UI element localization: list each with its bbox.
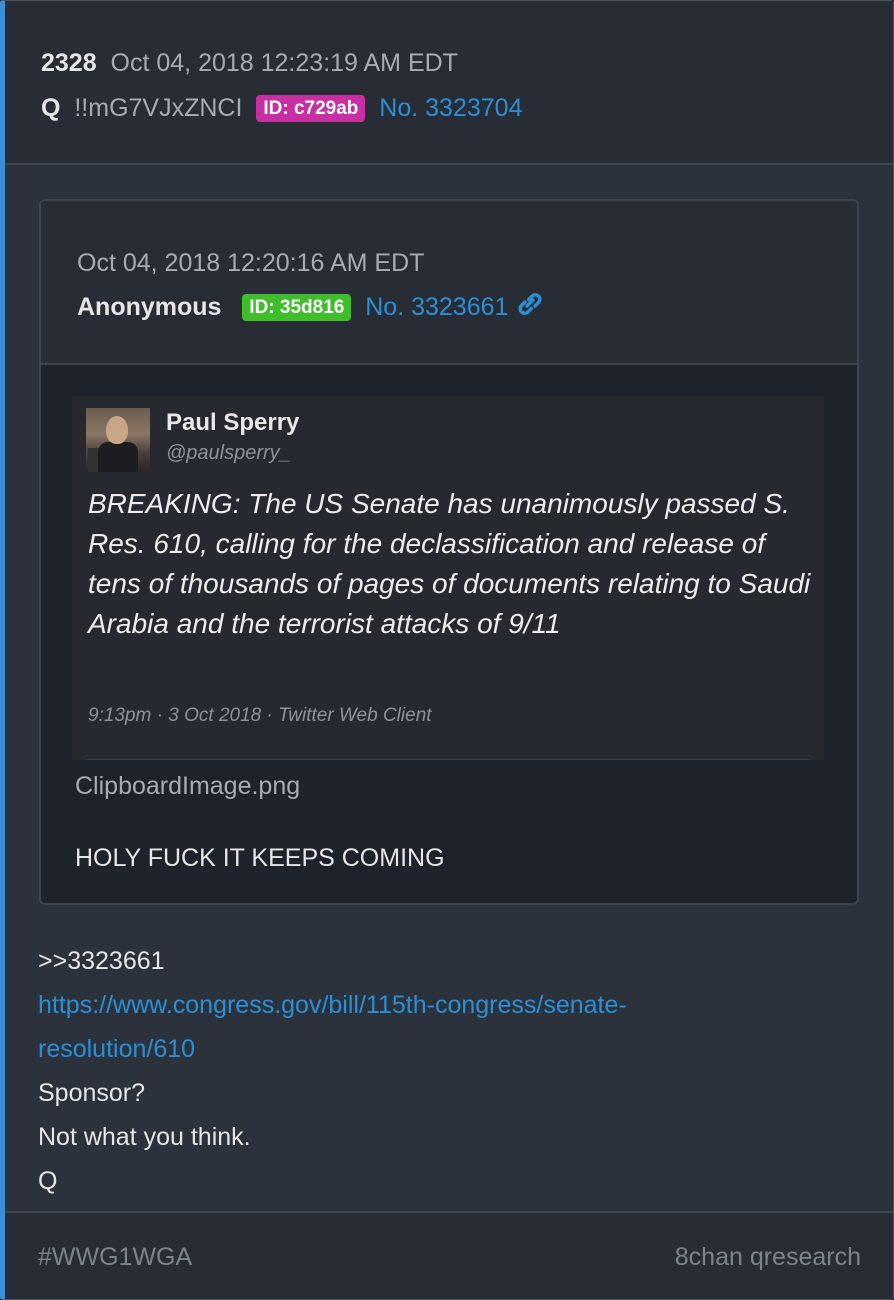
quoted-post-header: Oct 04, 2018 12:20:16 AM EDT Anonymous I… <box>41 201 857 365</box>
quoted-post-number-link[interactable]: No. 3323661 <box>365 293 508 321</box>
source-label: 8chan qresearch <box>674 1243 861 1271</box>
tweet-text: BREAKING: The US Senate has unanimously … <box>88 488 811 639</box>
post-body: >>3323661 https://www.congress.gov/bill/… <box>38 939 758 1203</box>
post-meta-row: 2328 Oct 04, 2018 12:23:19 AM EDT <box>41 48 458 78</box>
post-tripcode: !!mG7VJxZNCI <box>74 94 243 122</box>
post-author: Q <box>41 94 61 122</box>
tweet-author-handle: @paulsperry_ <box>166 442 291 464</box>
tweet-author-name: Paul Sperry <box>166 409 300 436</box>
tweet-screenshot-image[interactable]: Paul Sperry @paulsperry_ BREAKING: The U… <box>72 396 824 760</box>
tweet-meta: 9:13pm · 3 Oct 2018 · Twitter Web Client <box>88 705 432 726</box>
post-line-not-what: Not what you think. <box>38 1123 251 1151</box>
quoted-author: Anonymous <box>77 293 222 321</box>
post-footer: #WWG1WGA 8chan qresearch <box>5 1211 893 1299</box>
post-timestamp: Oct 04, 2018 12:23:19 AM EDT <box>110 49 458 77</box>
link-icon[interactable] <box>515 291 545 317</box>
quoted-id-badge: ID: 35d816 <box>242 294 352 321</box>
hashtag: #WWG1WGA <box>38 1243 193 1271</box>
avatar <box>86 408 150 472</box>
quoted-post: Oct 04, 2018 12:20:16 AM EDT Anonymous I… <box>39 199 859 905</box>
post-line-sponsor: Sponsor? <box>38 1079 146 1107</box>
quoted-timestamp: Oct 04, 2018 12:20:16 AM EDT <box>77 249 425 277</box>
quoted-author-row: Anonymous ID: 35d816 No. 3323661 <box>77 291 545 322</box>
image-filename[interactable]: ClipboardImage.png <box>75 772 300 801</box>
post-author-row: Q !!mG7VJxZNCI ID: c729ab No. 3323704 <box>41 93 522 123</box>
divider <box>86 759 810 760</box>
post-number-link[interactable]: No. 3323704 <box>379 94 522 122</box>
congress-url-link[interactable]: https://www.congress.gov/bill/115th-cong… <box>38 991 627 1063</box>
post-signature: Q <box>38 1167 58 1195</box>
quoted-post-body: HOLY FUCK IT KEEPS COMING <box>75 844 445 872</box>
post-card: 2328 Oct 04, 2018 12:23:19 AM EDT Q !!mG… <box>0 0 894 1300</box>
post-id-badge: ID: c729ab <box>256 95 366 122</box>
reply-reference[interactable]: >>3323661 <box>38 939 758 983</box>
post-header: 2328 Oct 04, 2018 12:23:19 AM EDT Q !!mG… <box>5 1 893 165</box>
post-number: 2328 <box>41 49 97 77</box>
